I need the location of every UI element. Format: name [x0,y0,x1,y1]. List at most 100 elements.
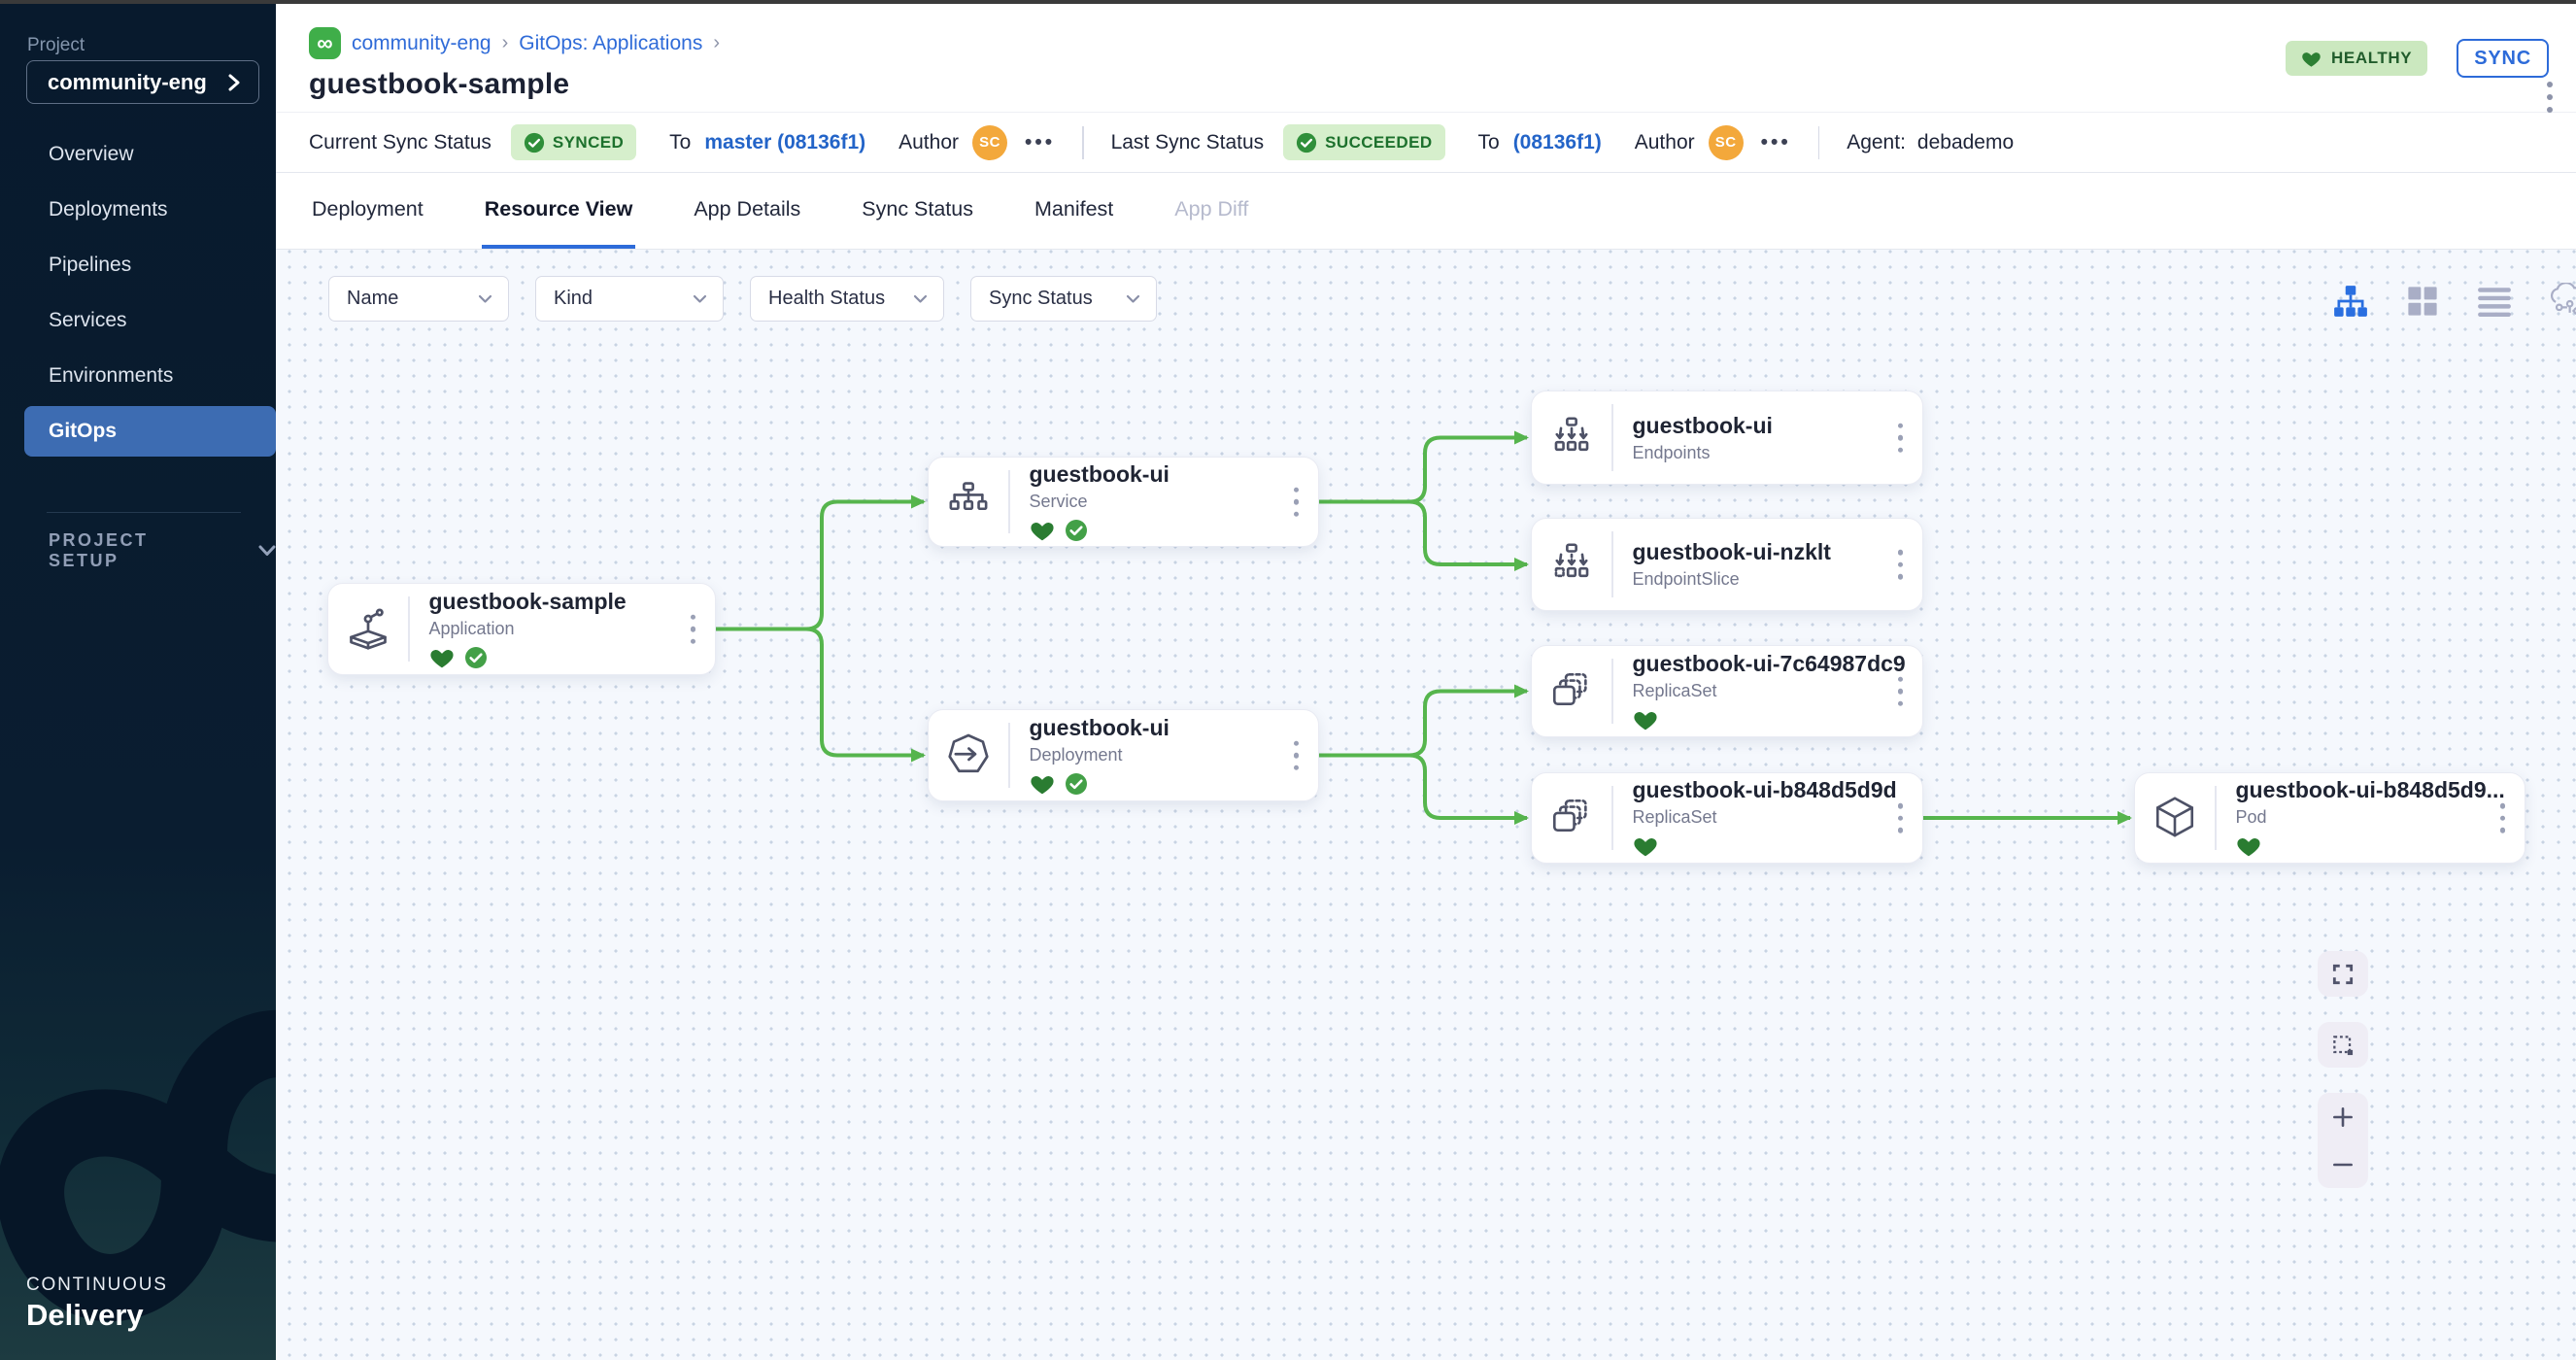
node-status-icons [2236,833,2505,859]
tab-deployment[interactable]: Deployment [309,173,426,249]
current-commit-more-button[interactable]: ••• [1025,131,1055,154]
endpoints-icon [1532,412,1611,464]
tree-view-button[interactable] [2331,282,2370,321]
sync-button[interactable]: SYNC [2457,39,2549,78]
project-selector[interactable]: community-eng [26,60,259,104]
zoom-in-button[interactable] [2318,1093,2368,1140]
health-badge-label: HEALTHY [2331,49,2412,68]
node-menu-button[interactable] [1894,546,1908,584]
resource-canvas[interactable]: Name Kind Health Status Sync Status guestbo… [276,250,2576,1360]
node-body: guestbook-ui-b848d5d9dReplicaSet [1613,777,1897,859]
chevron-down-icon [258,545,276,557]
chevron-down-icon [478,294,492,304]
node-title: guestbook-sample [429,589,627,615]
tab-app-details[interactable]: App Details [691,173,803,249]
filter-label: Kind [554,288,593,310]
succeeded-badge-label: SUCCEEDED [1325,133,1432,153]
agent-value: debademo [1917,131,2014,154]
node-body: guestbook-uiService [1010,461,1169,543]
current-sync-status-label: Current Sync Status [309,131,491,154]
filter-row: Name Kind Health Status Sync Status [328,276,1157,322]
gitops-logo-icon: ∞ [309,27,341,59]
node-body: guestbook-ui-b848d5d9...Pod [2217,777,2505,859]
grid-view-button[interactable] [2403,282,2442,321]
edge-deployment-to-rs1 [1319,692,1527,756]
cluster-view-button[interactable] [2547,282,2576,321]
grid-view-icon [2405,284,2440,319]
view-toggles [2331,282,2576,321]
sidebar-item-overview[interactable]: Overview [0,129,276,180]
node-menu-button[interactable] [1894,672,1908,710]
tab-sync-status[interactable]: Sync Status [859,173,976,249]
resource-node-rs1[interactable]: guestbook-ui-7c64987dc9ReplicaSet [1531,645,1923,737]
filter-sync-status[interactable]: Sync Status [970,276,1157,322]
resource-node-service[interactable]: guestbook-uiService [928,457,1319,547]
header-overflow-menu[interactable] [2547,82,2572,113]
application-icon [328,602,408,657]
to-label: To [1478,131,1500,154]
tab-bar: Deployment Resource View App Details Sync S… [276,173,2576,250]
node-menu-button[interactable] [1894,799,1908,837]
synced-badge-label: SYNCED [553,133,624,153]
brand-line2: Delivery [26,1298,168,1333]
filter-health-status[interactable]: Health Status [750,276,944,322]
chevron-down-icon [913,294,928,304]
sync-status-bar: Current Sync Status SYNCED To master (08… [276,112,2576,173]
resource-node-rs2[interactable]: guestbook-ui-b848d5d9dReplicaSet [1531,772,1923,864]
plus-icon [2330,1105,2356,1130]
node-status-icons [1030,518,1169,543]
sidebar-item-environments[interactable]: Environments [0,351,276,401]
tab-resource-view[interactable]: Resource View [482,173,636,249]
tree-view-icon [2332,283,2369,320]
cluster-view-icon [2547,283,2576,320]
select-area-button[interactable] [2318,1022,2368,1068]
fullscreen-icon [2330,962,2356,987]
edge-app-to-service [716,502,924,629]
node-title: guestbook-ui-7c64987dc9 [1633,651,1906,677]
list-view-icon [2476,285,2513,318]
filter-label: Health Status [768,288,885,310]
node-menu-button[interactable] [1290,483,1304,521]
sidebar-nav: OverviewDeploymentsPipelinesServicesEnvi… [0,124,276,461]
list-view-button[interactable] [2475,282,2514,321]
resource-node-app[interactable]: guestbook-sampleApplication [327,583,716,675]
node-body: guestbook-uiDeployment [1010,715,1169,797]
healthy-heart-icon [429,646,455,669]
node-menu-button[interactable] [1290,736,1304,774]
resource-node-endpointslice[interactable]: guestbook-ui-nzkltEndpointSlice [1531,518,1923,611]
chevron-down-icon [693,294,707,304]
current-revision-link[interactable]: master (08136f1) [704,131,865,154]
last-sync-status-label: Last Sync Status [1111,131,1265,154]
service-icon [929,476,1008,528]
filter-label: Sync Status [989,288,1093,310]
resource-node-pod[interactable]: guestbook-ui-b848d5d9...Pod [2134,772,2525,864]
zoom-out-button[interactable] [2318,1140,2368,1188]
filter-kind[interactable]: Kind [535,276,724,322]
node-menu-button[interactable] [2496,799,2510,837]
node-body: guestbook-uiEndpoints [1613,413,1773,463]
node-kind: Endpoints [1633,443,1773,463]
sidebar-item-pipelines[interactable]: Pipelines [0,240,276,290]
resource-node-deployment[interactable]: guestbook-uiDeployment [928,709,1319,801]
last-commit-more-button[interactable]: ••• [1761,131,1791,154]
edge-deployment-to-rs2 [1319,756,1527,819]
endpointslice-icon [1532,538,1611,591]
brand-logo: CONTINUOUS Delivery [26,1275,168,1333]
fullscreen-button[interactable] [2318,951,2368,997]
sidebar-item-services[interactable]: Services [0,295,276,346]
healthy-heart-icon [1030,772,1055,796]
sidebar-divider [47,512,241,513]
tab-manifest[interactable]: Manifest [1032,173,1116,249]
breadcrumb-link-gitops-applications[interactable]: GitOps: Applications [519,32,702,55]
breadcrumb-separator: › [713,32,720,54]
sidebar-item-deployments[interactable]: Deployments [0,185,276,235]
breadcrumb-link-community-eng[interactable]: community-eng [352,32,491,55]
last-revision-link[interactable]: (08136f1) [1513,131,1602,154]
check-circle-icon [1296,132,1317,153]
filter-name[interactable]: Name [328,276,509,322]
project-setup-toggle[interactable]: PROJECT SETUP [49,530,276,571]
sidebar-item-gitops[interactable]: GitOps [24,406,276,457]
resource-node-endpoints[interactable]: guestbook-uiEndpoints [1531,391,1923,485]
node-menu-button[interactable] [1894,419,1908,457]
node-menu-button[interactable] [687,610,700,648]
